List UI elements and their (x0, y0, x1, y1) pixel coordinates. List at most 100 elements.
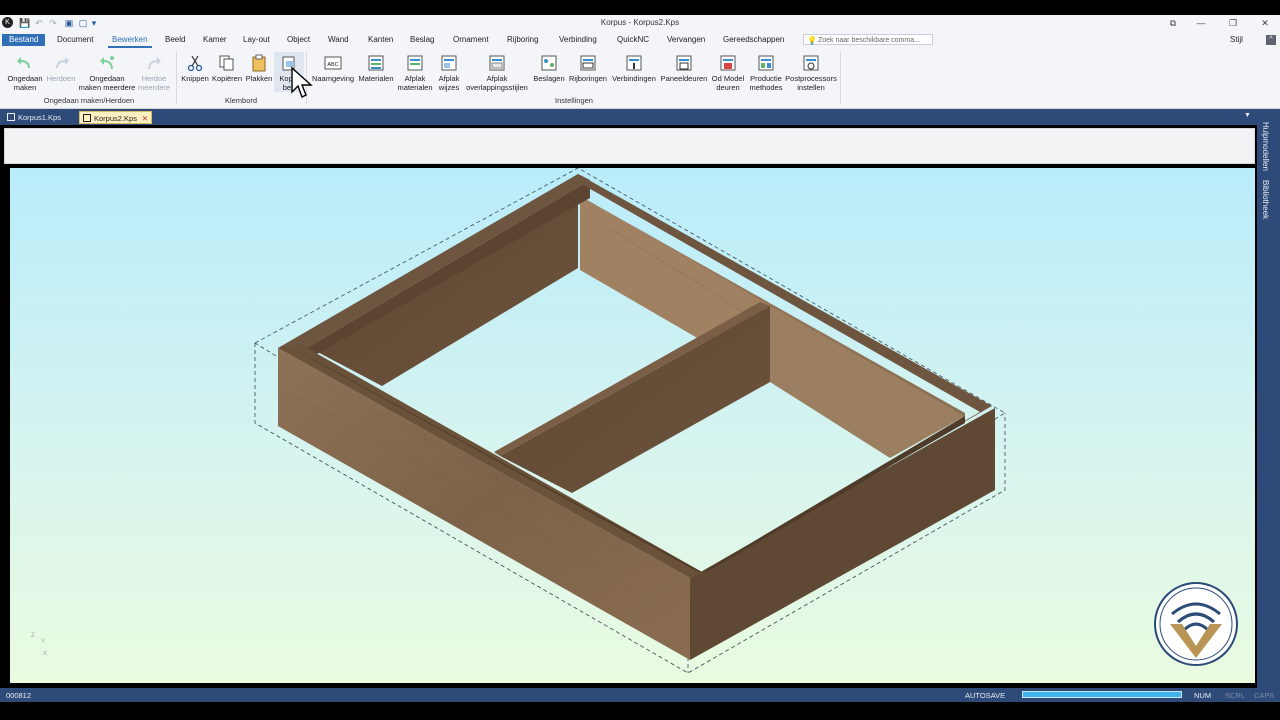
tool-strip (4, 128, 1255, 164)
window-title: Korpus - Korpus2.Kps (600, 18, 680, 27)
menu-file[interactable]: Bestand (2, 34, 46, 46)
cabinet-3d-model (254, 168, 1006, 674)
copy-button[interactable]: Kopiëren (211, 52, 243, 84)
ribbon-separator (176, 52, 177, 104)
connections-label: Verbindingen (612, 74, 656, 83)
materials-button[interactable]: Materialen (357, 52, 395, 84)
axis-y-label: Y (41, 639, 46, 645)
svg-text:ABC: ABC (327, 62, 338, 68)
postprocessors-button[interactable]: Postprocessors instellen (785, 52, 837, 92)
paste-button[interactable]: Plakken (244, 52, 274, 84)
tab-rijboring[interactable]: Rijboring (503, 34, 543, 46)
tab-kanten[interactable]: Kanten (364, 34, 397, 46)
document-icon (83, 114, 91, 122)
paste-icon (252, 54, 266, 72)
redo-label-1: Herdoen (46, 74, 76, 83)
model-doors-label-2: deuren (716, 82, 740, 92)
doc-tab-korpus1[interactable]: Korpus1.Kps (4, 111, 88, 124)
row-drilling-button[interactable]: Rijboringen (566, 52, 610, 84)
row-drilling-icon (580, 55, 596, 71)
redo-icon (56, 57, 69, 68)
undo-multiple-label-2: maken meerdere (78, 82, 136, 92)
redo-button[interactable]: Herdoen (44, 52, 78, 84)
hardware-button[interactable]: Beslagen (532, 52, 566, 84)
axis-indicator: Z Y X (27, 633, 57, 663)
copy-icon (219, 55, 234, 71)
restore-layout-icon[interactable]: ⧉ (1166, 17, 1180, 29)
tab-quicknc[interactable]: QuickNC (613, 34, 653, 46)
search-placeholder: Zoek naar beschikbare comma... (818, 37, 920, 44)
postprocessor-icon (803, 55, 819, 71)
tab-bewerken[interactable]: Bewerken (108, 34, 152, 48)
tab-list-dropdown-icon[interactable]: ▼ (1244, 112, 1251, 119)
connections-button[interactable]: Verbindingen (610, 52, 658, 84)
title-bar: K 💾 ↶ ↷ ▣ ▢ ▾ Korpus - Korpus2.Kps ⧉ — ❐… (0, 15, 1280, 32)
edge-modes-icon (441, 55, 457, 71)
brand-watermark-logo (1154, 582, 1238, 666)
tab-beslag[interactable]: Beslag (406, 34, 438, 46)
status-bar: 000812 AUTOSAVE NUM SCRL CAPS (0, 688, 1280, 702)
tab-ornament[interactable]: Ornament (449, 34, 493, 46)
undo-icon (17, 57, 30, 68)
side-panel: Hulpmodellen Bibliotheek (1257, 118, 1280, 688)
front-right-outer-face (690, 408, 995, 660)
materials-label: Materialen (358, 74, 394, 83)
tab-gereedschappen[interactable]: Gereedschappen (719, 34, 788, 46)
doc-tab-label: Korpus1.Kps (18, 113, 61, 122)
cut-button[interactable]: Knippen (179, 52, 211, 84)
abc-icon: ABC (324, 56, 342, 70)
redo-multiple-button[interactable]: Herdoe meerdere (136, 52, 172, 92)
hulpmodellen-tab[interactable]: Hulpmodellen (1261, 122, 1270, 171)
num-indicator: NUM (1194, 691, 1212, 700)
ribbon-collapse-icon[interactable]: ^ (1266, 35, 1276, 45)
hardware-label: Beslagen (533, 74, 565, 83)
ribbon-separator (840, 52, 841, 104)
autosave-progress-bar (1022, 691, 1182, 698)
edge-overlap-icon (489, 55, 505, 71)
command-search-input[interactable]: 💡 Zoek naar beschikbare comma... (803, 34, 933, 45)
tab-beeld[interactable]: Beeld (161, 34, 189, 46)
bibliotheek-tab[interactable]: Bibliotheek (1261, 180, 1270, 219)
edge-materials-label-2: materialen (397, 82, 433, 92)
undo-multiple-button[interactable]: Ongedaan maken meerdere (77, 52, 137, 92)
production-icon (758, 55, 774, 71)
model-doors-button[interactable]: Od Model deuren (709, 52, 747, 92)
tab-verbinding[interactable]: Verbinding (555, 34, 601, 46)
tab-layout[interactable]: Lay-out (239, 34, 274, 46)
3d-viewport[interactable]: Z Y X (10, 168, 1255, 683)
tab-wand[interactable]: Wand (324, 34, 353, 46)
undo-group-label: Ongedaan maken/Herdoen (43, 96, 135, 105)
row-drilling-label: Rijboringen (569, 74, 607, 83)
tab-object[interactable]: Object (283, 34, 314, 46)
scissors-icon (187, 55, 203, 72)
axis-x-label: X (43, 651, 48, 657)
undo-label-2: maken (13, 82, 37, 92)
document-icon (7, 113, 15, 121)
undo-multiple-icon (100, 56, 114, 69)
paste-label: Plakken (245, 74, 273, 83)
maximize-button[interactable]: ❐ (1226, 17, 1240, 29)
edge-overlap-label-2: overlappingsstijlen (466, 82, 528, 92)
doc-tab-label: Korpus2.Kps (94, 114, 137, 123)
undo-button[interactable]: Ongedaan maken (4, 52, 46, 92)
postprocessors-label-2: instellen (797, 82, 825, 92)
edge-modes-button[interactable]: Afplak wijzes (435, 52, 463, 92)
edge-materials-button[interactable]: Afplak materialen (396, 52, 434, 92)
minimize-button[interactable]: — (1194, 17, 1208, 29)
tab-vervangen[interactable]: Vervangen (663, 34, 709, 46)
tab-document[interactable]: Document (53, 34, 97, 46)
doc-tab-korpus2[interactable]: Korpus2.Kps ✕ (79, 111, 152, 124)
naming-button[interactable]: ABC Naamgeving (311, 52, 355, 84)
edge-overlap-button[interactable]: Afplak overlappingsstijlen (463, 52, 531, 92)
tab-kamer[interactable]: Kamer (199, 34, 231, 46)
edge-modes-label-2: wijzes (438, 82, 460, 92)
production-methods-button[interactable]: Productie methodes (747, 52, 785, 92)
lightbulb-icon: 💡 (807, 36, 817, 45)
scrl-indicator: SCRL (1225, 691, 1246, 700)
close-button[interactable]: ✕ (1258, 17, 1272, 29)
style-dropdown[interactable]: Stijl (1226, 34, 1247, 46)
autosave-label: AUTOSAVE (965, 691, 1006, 700)
close-tab-icon[interactable]: ✕ (142, 112, 148, 125)
menu-bar: Bestand Document Bewerken Beeld Kamer La… (0, 32, 1280, 48)
panel-doors-button[interactable]: Paneeldeuren (659, 52, 709, 84)
